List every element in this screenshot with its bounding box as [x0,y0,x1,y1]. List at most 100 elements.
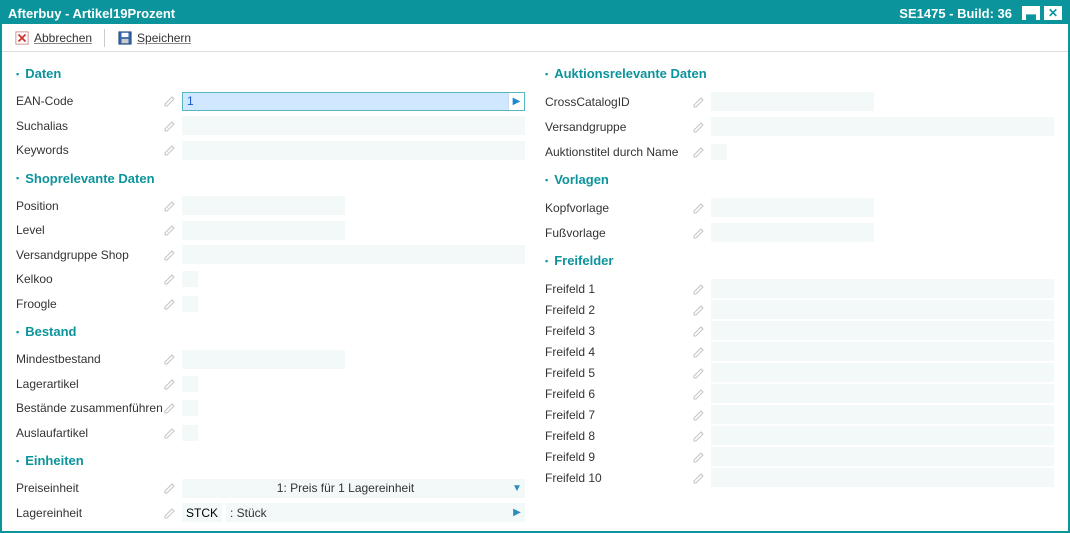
pencil-icon [693,304,705,316]
field-freifeld-2: Freifeld 2 [545,299,1054,320]
freifelder-list: Freifeld 1 Freifeld 2 Freifeld 3 Freifeld 4… [545,278,1054,488]
position-label: Position [16,199,59,213]
section-daten: Daten [16,66,525,81]
freifeld-input-3[interactable] [711,321,1054,340]
pencil-icon [164,298,176,310]
cancel-button[interactable]: Abbrechen [8,28,98,48]
section-vorlagen: Vorlagen [545,172,1054,187]
save-button[interactable]: Speichern [111,28,197,48]
freifeld-input-7[interactable] [711,405,1054,424]
kelkoo-label: Kelkoo [16,272,53,286]
field-freifeld-4: Freifeld 4 [545,341,1054,362]
kopfvorlage-input[interactable] [711,198,874,217]
cancel-label: Abbrechen [34,31,92,45]
auslauf-checkbox[interactable] [182,425,198,441]
versandgruppe-shop-input[interactable] [182,245,525,264]
freifeld-input-8[interactable] [711,426,1054,445]
freifeld-label: Freifeld 6 [545,387,595,401]
fussvorlage-label: Fußvorlage [545,226,606,240]
dropdown-icon[interactable]: ▼ [509,479,525,498]
pencil-icon [693,430,705,442]
zusammen-checkbox[interactable] [182,400,198,416]
froogle-checkbox[interactable] [182,296,198,312]
pencil-icon [693,146,705,158]
field-fussvorlage: Fußvorlage [545,222,1054,243]
lagereinheit-input[interactable] [226,503,509,522]
field-freifeld-10: Freifeld 10 [545,467,1054,488]
field-versandgruppe: Versandgruppe [545,116,1054,137]
freifeld-label: Freifeld 2 [545,303,595,317]
minimize-button[interactable]: ▃ [1022,6,1040,20]
versandgruppe-label: Versandgruppe [545,120,626,134]
level-input[interactable] [182,221,345,240]
lagerartikel-checkbox[interactable] [182,376,198,392]
position-input[interactable] [182,196,345,215]
freifeld-input-6[interactable] [711,384,1054,403]
keywords-input[interactable] [182,141,525,160]
fussvorlage-input[interactable] [711,223,874,242]
lagereinheit-code-input[interactable] [182,503,222,522]
app-window: Afterbuy - Artikel19Prozent SE1475 - Bui… [0,0,1070,533]
ean-input[interactable] [183,93,508,110]
pencil-icon [164,402,176,414]
freifeld-input-4[interactable] [711,342,1054,361]
field-freifeld-3: Freifeld 3 [545,320,1054,341]
mindestbestand-input[interactable] [182,350,345,369]
field-keywords: Keywords [16,140,525,161]
pencil-icon [693,367,705,379]
auslauf-label: Auslaufartikel [16,426,88,440]
field-zusammen: Bestände zusammenführen [16,398,525,419]
field-freifeld-1: Freifeld 1 [545,278,1054,299]
kelkoo-checkbox[interactable] [182,271,198,287]
title-right: SE1475 - Build: 36 [899,6,1012,21]
freifeld-input-9[interactable] [711,447,1054,466]
field-auktionstitel: Auktionstitel durch Name [545,141,1054,162]
freifeld-input-10[interactable] [711,468,1054,487]
pencil-icon [164,224,176,236]
field-versandgruppe-shop: Versandgruppe Shop [16,245,525,266]
preiseinheit-input[interactable] [182,479,509,498]
freifeld-label: Freifeld 5 [545,366,595,380]
pencil-icon [693,346,705,358]
freifeld-label: Freifeld 4 [545,345,595,359]
freifeld-label: Freifeld 8 [545,429,595,443]
freifeld-input-2[interactable] [711,300,1054,319]
field-freifeld-5: Freifeld 5 [545,362,1054,383]
freifeld-input-5[interactable] [711,363,1054,382]
title-left: Afterbuy - Artikel19Prozent [8,6,175,21]
froogle-label: Froogle [16,297,57,311]
field-kelkoo: Kelkoo [16,269,525,290]
field-crosscatalog: CrossCatalogID [545,91,1054,112]
dropdown-icon[interactable]: ▶ [509,503,525,522]
field-mindestbestand: Mindestbestand [16,349,525,370]
lagereinheit-combo[interactable]: ▶ [226,503,525,522]
ean-combo[interactable]: ▶ [182,92,525,111]
freifeld-label: Freifeld 1 [545,282,595,296]
cancel-icon [14,30,30,46]
freifeld-label: Freifeld 7 [545,408,595,422]
versandgruppe-shop-label: Versandgruppe Shop [16,248,129,262]
field-suchalias: Suchalias [16,116,525,137]
freifeld-label: Freifeld 10 [545,471,602,485]
pencil-icon [164,273,176,285]
field-lagerartikel: Lagerartikel [16,374,525,395]
crosscatalog-input[interactable] [711,92,874,111]
section-bestand: Bestand [16,324,525,339]
zusammen-label: Bestände zusammenführen [16,401,163,415]
versandgruppe-input[interactable] [711,117,1054,136]
suchalias-input[interactable] [182,116,525,135]
close-button[interactable]: ✕ [1044,6,1062,20]
auktionstitel-checkbox[interactable] [711,144,727,160]
freifeld-input-1[interactable] [711,279,1054,298]
pencil-icon [693,202,705,214]
content-area: Daten EAN-Code ▶ Suchalias [2,52,1068,531]
pencil-icon [693,121,705,133]
right-column: Auktionsrelevante Daten CrossCatalogID V… [545,60,1054,523]
mindestbestand-label: Mindestbestand [16,352,101,366]
pencil-icon [164,144,176,156]
dropdown-icon[interactable]: ▶ [508,93,524,110]
suchalias-label: Suchalias [16,119,68,133]
field-kopfvorlage: Kopfvorlage [545,197,1054,218]
toolbar-separator [104,29,105,47]
preiseinheit-combo[interactable]: ▼ [182,479,525,498]
